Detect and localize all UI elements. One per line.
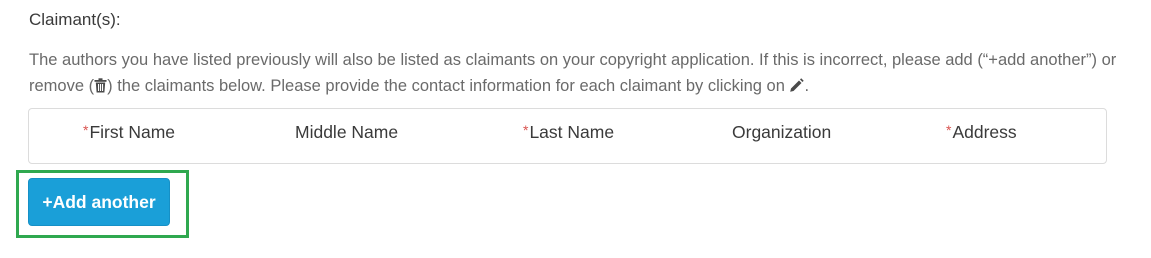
trash-icon [94, 75, 107, 101]
column-header-first-name: *First Name [83, 122, 175, 143]
column-header-last-name: *Last Name [523, 122, 614, 143]
required-marker: * [946, 122, 952, 138]
claimants-table-header: *First Name Middle Name *Last Name Organ… [28, 108, 1107, 164]
column-label: Address [952, 122, 1017, 142]
description-text-part2: ) the claimants below. Please provide th… [107, 77, 790, 95]
column-label: Last Name [529, 122, 615, 142]
section-title: Claimant(s): [29, 10, 121, 29]
pencil-icon [789, 75, 805, 101]
required-marker: * [523, 122, 529, 138]
column-label: First Name [89, 122, 176, 142]
column-header-middle-name: Middle Name [295, 122, 398, 143]
column-label: Middle Name [295, 122, 399, 142]
required-marker: * [83, 122, 89, 138]
description-text-part3: . [804, 77, 810, 95]
claimants-description: The authors you have listed previously w… [29, 47, 1119, 101]
column-header-address: *Address [946, 122, 1017, 143]
column-label: Organization [732, 122, 832, 142]
add-another-button[interactable]: +Add another [28, 178, 170, 226]
claimants-section: Claimant(s): The authors you have listed… [0, 0, 1151, 258]
column-header-organization: Organization [732, 122, 831, 143]
